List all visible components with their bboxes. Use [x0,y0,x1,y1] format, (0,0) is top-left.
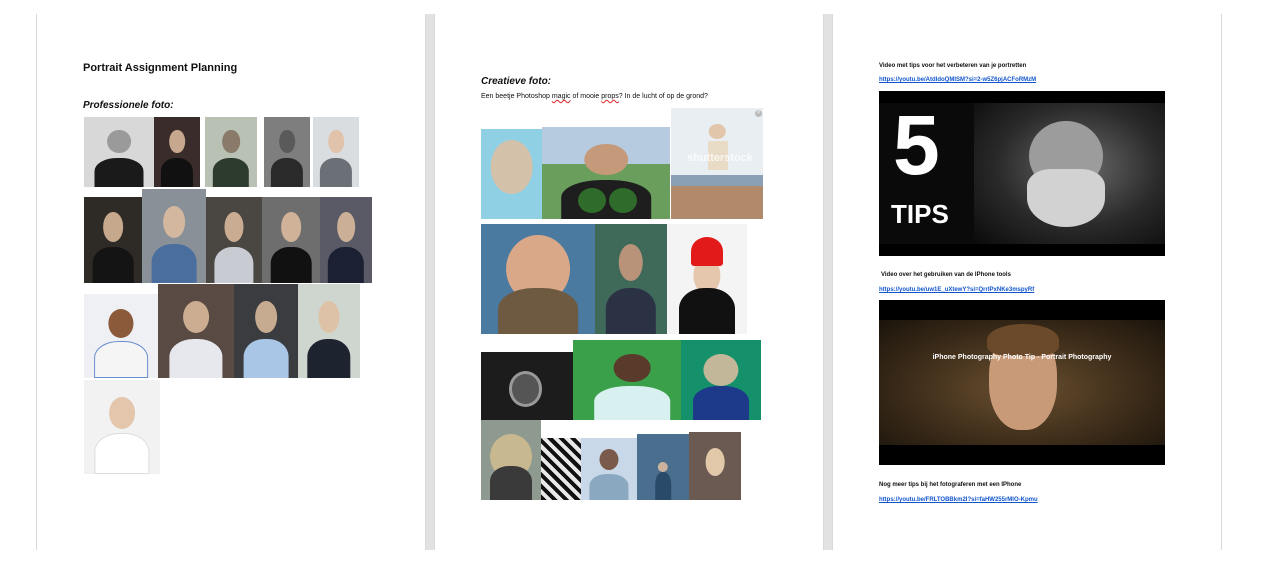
section-heading-professional: Professionele foto: [83,100,174,111]
professional-portrait-photo [84,294,158,378]
creative-portrait-photo [681,340,761,420]
creative-portrait-photo [481,224,595,334]
video-thumbnail[interactable]: 5 TIPS [879,91,1165,256]
video-caption: Video over het gebruiken van de IPhone t… [881,272,1011,278]
professional-portrait-photo [298,284,360,378]
creative-portrait-photo [481,129,542,219]
creative-portrait-photo [667,224,747,334]
creative-portrait-photo: shutterstock [671,108,763,219]
video-link[interactable]: https://youtu.be/AtdIdoQMISM?si=2-w5Z6pj… [879,77,1036,83]
video-thumbnail[interactable]: iPhone Photography Photo Tip - Portrait … [879,300,1165,465]
creative-portrait-photo [595,224,667,334]
document-page-3: Video met tips voor het verbeteren van j… [832,14,1222,550]
professional-portrait-photo [84,380,160,474]
creative-portrait-photo [573,340,681,420]
professional-portrait-photo [142,189,206,283]
creative-portrait-photo [689,432,741,500]
professional-portrait-photo [262,197,320,283]
video-overlay-number: 5 [893,98,940,192]
professional-portrait-photo [234,284,298,378]
document-page-1: Portrait Assignment Planning Professione… [36,14,426,550]
professional-portrait-photo [84,197,142,283]
professional-portrait-photo [84,117,154,187]
video-link[interactable]: https://youtu.be/FRLTOBBkm2I?si=faHW255r… [879,497,1038,503]
video-overlay-text: TIPS [891,199,949,229]
creative-portrait-photo [581,438,637,500]
professional-portrait-photo [158,284,234,378]
creative-portrait-photo [542,127,670,219]
stock-watermark: shutterstock [687,152,754,164]
page-title: Portrait Assignment Planning [83,62,238,74]
section-heading-creative: Creatieve foto: [481,76,552,87]
video-link[interactable]: https://youtu.be/uw1E_uXtewY?si=QrrIPxNK… [879,287,1034,293]
creative-portrait-photo [481,352,573,420]
close-icon[interactable]: × [755,110,762,117]
video-overlay-text: iPhone Photography Photo Tip - Portrait … [932,354,1112,361]
creative-description: Een beetje Photoshop magic of mooie prop… [481,93,708,100]
professional-portrait-photo [206,197,262,283]
professional-portrait-photo [205,117,257,187]
professional-portrait-photo [264,117,310,187]
professional-portrait-photo [154,117,200,187]
creative-portrait-photo [541,438,581,500]
creative-portrait-photo [637,434,689,500]
professional-portrait-photo [320,197,372,283]
document-page-2: Creatieve foto: Een beetje Photoshop mag… [434,14,824,550]
video-caption: Video met tips voor het verbeteren van j… [879,63,1027,69]
creative-portrait-photo [481,420,541,500]
professional-portrait-photo [313,117,359,187]
video-caption: Nog meer tips bij het fotograferen met e… [879,482,1022,488]
